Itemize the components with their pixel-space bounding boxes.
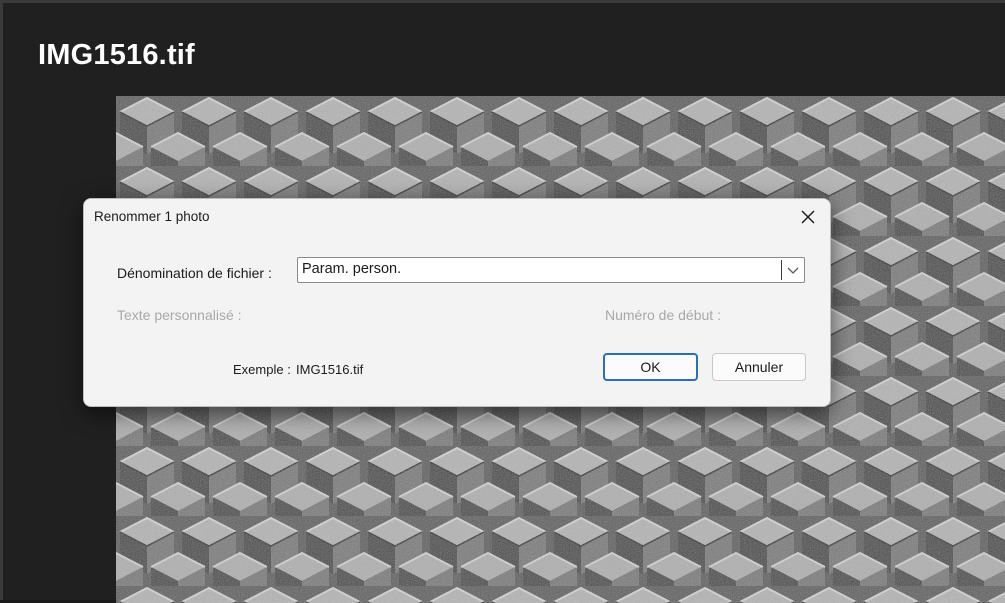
cancel-button[interactable]: Annuler	[712, 353, 806, 381]
example-label: Exemple :	[233, 362, 291, 377]
select-caret-divider	[781, 260, 782, 280]
dialog-titlebar: Renommer 1 photo	[84, 199, 830, 235]
start-number-label: Numéro de début :	[605, 307, 721, 323]
custom-text-label: Texte personnalisé :	[117, 307, 242, 323]
naming-select[interactable]: Param. person.	[297, 257, 805, 283]
naming-label: Dénomination de fichier :	[117, 265, 272, 281]
ok-button[interactable]: OK	[603, 353, 698, 381]
naming-select-value: Param. person.	[302, 261, 402, 277]
rename-photo-dialog: Renommer 1 photo Dénomination de fichier…	[83, 198, 831, 407]
dialog-body: Dénomination de fichier : Param. person.…	[84, 235, 830, 406]
image-filename-title: IMG1516.tif	[38, 39, 195, 71]
chevron-down-icon	[787, 267, 799, 274]
example-filename: IMG1516.tif	[296, 362, 364, 377]
dialog-title: Renommer 1 photo	[94, 209, 210, 224]
close-icon	[801, 210, 815, 224]
app-window: IMG1516.tif Renommer 1 photo Dénominatio…	[0, 0, 1005, 603]
close-button[interactable]	[794, 203, 822, 231]
